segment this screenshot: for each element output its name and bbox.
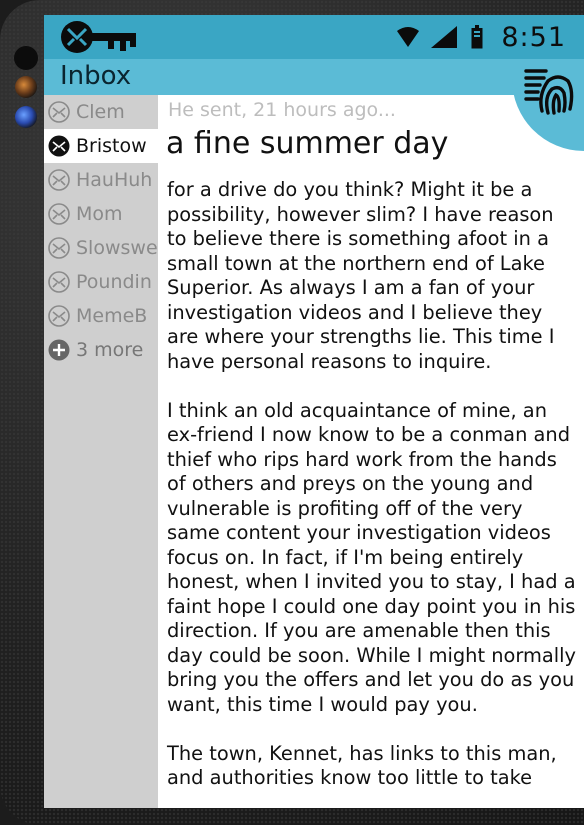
contact-name: HauHuh — [76, 169, 153, 191]
envelope-icon — [48, 169, 70, 191]
contact-item-memeb[interactable]: MemeB — [44, 299, 158, 333]
phone-screen: 8:51 Inbox Clem Bristow HauHuh Mom Slows… — [44, 15, 584, 808]
contact-item-clem[interactable]: Clem — [44, 95, 158, 129]
envelope-icon — [48, 237, 70, 259]
clock: 8:51 — [501, 21, 566, 53]
message-view[interactable]: He sent, 21 hours ago... a fine summer d… — [158, 95, 584, 808]
contact-name: MemeB — [76, 305, 148, 327]
contact-name: Mom — [76, 203, 123, 225]
envelope-icon — [48, 101, 70, 123]
message-meta: He sent, 21 hours ago... — [168, 99, 396, 121]
camera-sensor-icon — [15, 106, 37, 128]
contacts-sidebar: Clem Bristow HauHuh Mom Slowswe Poundin — [44, 95, 158, 808]
signal-icon — [431, 26, 458, 48]
phone-frame: 8:51 Inbox Clem Bristow HauHuh Mom Slows… — [0, 0, 584, 825]
envelope-icon — [48, 305, 70, 327]
contact-item-slowswe[interactable]: Slowswe — [44, 231, 158, 265]
envelope-icon — [48, 271, 70, 293]
status-bar: 8:51 — [44, 15, 584, 59]
contact-item-poundin[interactable]: Poundin — [44, 265, 158, 299]
front-speaker — [14, 46, 38, 70]
mail-key-logo-icon — [61, 21, 136, 53]
wifi-icon — [397, 27, 420, 47]
front-camera-icon — [15, 76, 37, 98]
message-subject: a fine summer day — [166, 126, 449, 161]
contact-item-bristow[interactable]: Bristow — [44, 129, 158, 163]
contact-name: Poundin — [76, 271, 152, 293]
contact-name: Slowswe — [76, 237, 158, 259]
more-contacts-label: 3 more — [76, 339, 144, 361]
inbox-header: Inbox — [44, 59, 584, 95]
page-title: Inbox — [60, 61, 132, 91]
battery-icon — [471, 25, 483, 49]
contact-item-mom[interactable]: Mom — [44, 197, 158, 231]
contact-name: Bristow — [76, 135, 147, 157]
contact-name: Clem — [76, 101, 125, 123]
message-body: for a drive do you think? Might it be a … — [167, 178, 577, 789]
plus-circle-icon — [48, 339, 70, 361]
envelope-icon — [48, 203, 70, 225]
contact-item-hauhuh[interactable]: HauHuh — [44, 163, 158, 197]
envelope-icon — [48, 135, 70, 157]
more-contacts-button[interactable]: 3 more — [44, 333, 158, 367]
